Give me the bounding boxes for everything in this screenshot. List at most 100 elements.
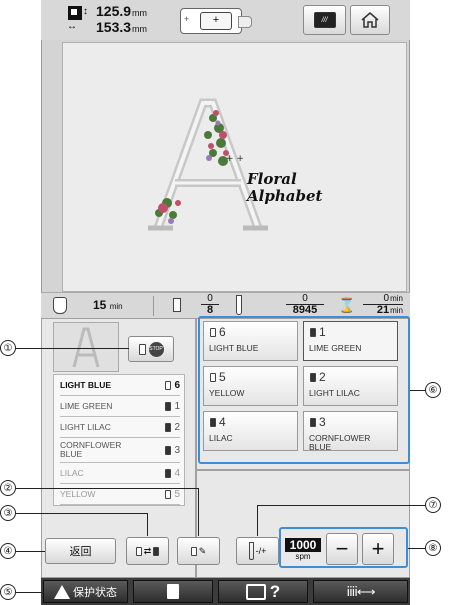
bottom-bar: 保护状态 ? ⅰⅰⅰⅰ⟷ bbox=[41, 578, 410, 605]
remaining-time: 15 min bbox=[93, 298, 123, 312]
spool-icon bbox=[165, 422, 172, 432]
design-title-line2: Alphabet bbox=[247, 187, 323, 205]
list-item[interactable]: LIME GREEN 1 bbox=[60, 396, 180, 417]
thread-number: 4 bbox=[174, 467, 180, 479]
home-icon bbox=[361, 12, 379, 28]
stop-icon: STOP bbox=[148, 341, 164, 357]
settings-button[interactable]: /// bbox=[303, 5, 346, 35]
thread-trim-button[interactable]: ✎ bbox=[177, 537, 220, 565]
stitch-progress-total: 8945 bbox=[292, 304, 318, 316]
hourglass-icon: ⌛ bbox=[338, 297, 356, 313]
needle-tile[interactable]: 4 LILAC bbox=[203, 411, 298, 451]
width-arrow-icon: ↔ bbox=[67, 21, 77, 32]
stop-color-button[interactable]: STOP bbox=[128, 336, 174, 362]
stitch-progress: 0 8945 bbox=[286, 293, 324, 316]
spool-icon bbox=[210, 417, 216, 427]
list-item[interactable]: LIGHT LILAC 2 bbox=[60, 417, 180, 438]
spool-status-icon bbox=[173, 298, 181, 312]
list-item[interactable]: LILAC 4 bbox=[60, 463, 180, 484]
tension-label: -/+ bbox=[255, 546, 267, 556]
needle-thread-name: LILAC bbox=[209, 433, 233, 443]
speed-display: 1000 spm bbox=[285, 538, 321, 561]
needle-tile[interactable]: 5 YELLOW bbox=[203, 366, 298, 406]
back-label: 返回 bbox=[69, 546, 92, 558]
needle-thread-name: LIGHT LILAC bbox=[309, 388, 360, 398]
help-button[interactable]: ? bbox=[218, 580, 308, 603]
callout-5: ⑤ bbox=[0, 584, 16, 600]
machine-icon bbox=[245, 583, 266, 600]
needle-tile[interactable]: 6 LIGHT BLUE bbox=[203, 321, 298, 361]
needle-thread-name: LIGHT BLUE bbox=[209, 343, 259, 353]
thread-sequence-list[interactable]: LIGHT BLUE 6 LIME GREEN 1 LIGHT LILAC 2 … bbox=[53, 374, 185, 506]
callout-4-line bbox=[16, 551, 45, 552]
needle-bar-icon: ⅰⅰⅰⅰ⟷ bbox=[346, 583, 375, 599]
status-divider bbox=[153, 296, 154, 316]
callout-6-line bbox=[410, 390, 425, 391]
needle-thread-name: YELLOW bbox=[209, 388, 245, 398]
needle-number: 2 bbox=[319, 370, 326, 384]
needle-tile-selected[interactable]: 1 LIME GREEN bbox=[303, 321, 398, 361]
height-arrow-icon: ↕ bbox=[83, 6, 88, 17]
warning-icon bbox=[54, 584, 70, 599]
list-item[interactable]: CORNFLOWER BLUE 3 bbox=[60, 438, 180, 463]
change-color-order-button[interactable]: ⇄ bbox=[126, 537, 169, 565]
callout-2-line bbox=[16, 488, 198, 489]
callout-8-line bbox=[408, 548, 425, 549]
needle-number: 5 bbox=[219, 370, 226, 384]
speed-unit: spm bbox=[295, 552, 311, 561]
swap-spools-icon: ⇄ bbox=[135, 546, 160, 557]
callout-5-line bbox=[16, 592, 44, 593]
height-unit: mm bbox=[132, 24, 148, 34]
lock-status-button[interactable]: 保护状态 bbox=[43, 580, 128, 603]
callout-8: ⑧ bbox=[425, 540, 441, 556]
spool-icon bbox=[138, 343, 146, 355]
tension-adjust-button[interactable]: -/+ bbox=[236, 537, 279, 565]
speed-decrease-button[interactable]: − bbox=[326, 533, 358, 565]
callout-3-drop bbox=[147, 513, 148, 536]
speed-increase-button[interactable]: + bbox=[362, 533, 394, 565]
needle-number: 4 bbox=[219, 415, 226, 429]
callout-2: ② bbox=[0, 480, 16, 496]
callout-4: ④ bbox=[0, 543, 16, 559]
spool-icon bbox=[165, 445, 172, 455]
needle-number: 1 bbox=[319, 325, 326, 339]
thread-name: LIGHT LILAC bbox=[60, 422, 111, 432]
callout-6: ⑥ bbox=[425, 382, 441, 398]
time-progress-total: 21min bbox=[376, 304, 403, 316]
thread-name: CORNFLOWER BLUE bbox=[60, 440, 122, 459]
status-bar: 15 min 0 8 0 8945 ⌛ 0min 21min bbox=[41, 292, 410, 318]
floral-letter-a-image: + + bbox=[148, 98, 268, 231]
needle-tile[interactable]: 2 LIGHT LILAC bbox=[303, 366, 398, 406]
color-progress: 0 8 bbox=[201, 293, 219, 316]
callout-7-drop bbox=[257, 505, 258, 536]
spool-icon bbox=[165, 468, 172, 478]
lock-label: 保护状态 bbox=[73, 586, 117, 599]
needle-tile[interactable]: 3 CORNFLOWER BLUE bbox=[303, 411, 398, 452]
thread-number: 5 bbox=[174, 488, 180, 500]
callout-3-line bbox=[16, 513, 147, 514]
thread-name: YELLOW bbox=[60, 489, 96, 499]
needle-icon bbox=[248, 542, 254, 560]
settings-icon: /// bbox=[313, 12, 336, 28]
menu-list-button[interactable] bbox=[133, 580, 213, 603]
needle-bar-button[interactable]: ⅰⅰⅰⅰ⟷ bbox=[313, 580, 408, 603]
speed-value: 1000 bbox=[285, 538, 321, 552]
spool-icon bbox=[165, 380, 172, 390]
spool-icon bbox=[210, 372, 216, 382]
home-button[interactable] bbox=[350, 5, 390, 35]
minus-icon: − bbox=[335, 536, 349, 561]
time-progress: 0min 21min bbox=[363, 293, 403, 316]
height-value: 153.3 bbox=[96, 19, 132, 35]
needle-number: 3 bbox=[319, 415, 326, 429]
thread-number: 3 bbox=[174, 444, 180, 456]
spool-icon bbox=[310, 372, 316, 382]
back-button[interactable]: 返回 bbox=[45, 538, 116, 564]
spool-icon bbox=[165, 401, 172, 411]
current-color-thumbnail bbox=[53, 322, 119, 372]
frame-indicator: + + bbox=[180, 8, 260, 34]
thread-name: LIME GREEN bbox=[60, 401, 113, 411]
thread-number: 6 bbox=[174, 379, 180, 391]
list-item[interactable]: LIGHT BLUE 6 bbox=[60, 375, 180, 396]
thread-name: LILAC bbox=[60, 468, 84, 478]
color-progress-total: 8 bbox=[206, 304, 214, 316]
